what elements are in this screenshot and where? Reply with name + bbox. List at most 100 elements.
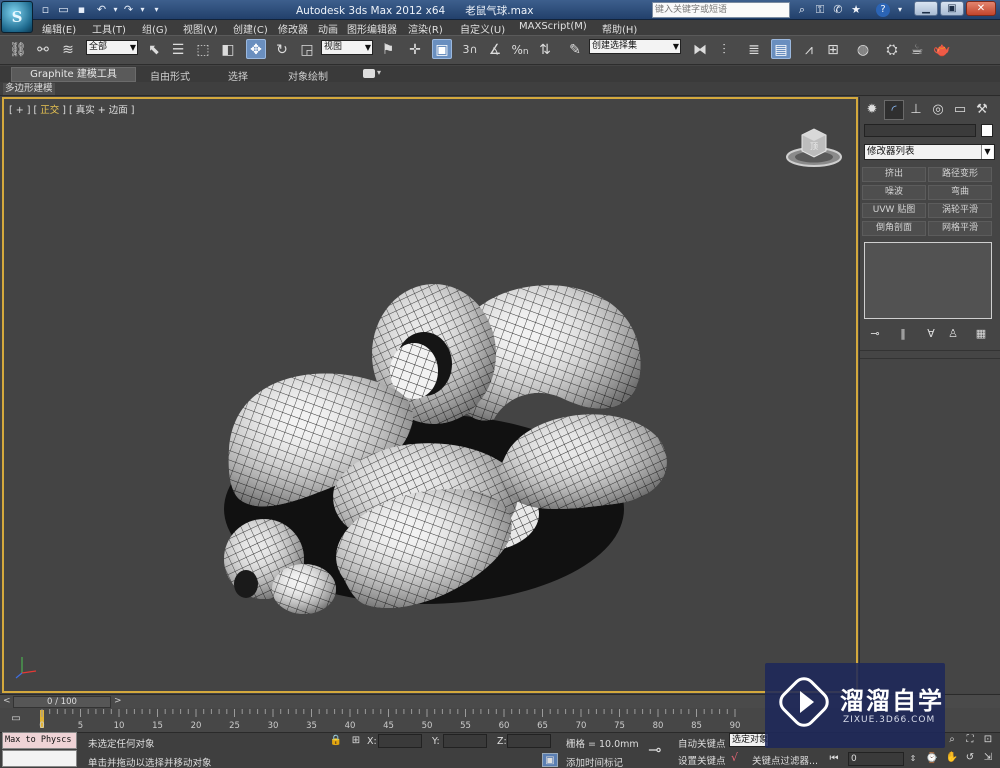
object-color-swatch[interactable] (981, 124, 993, 137)
modifier-extrude-button[interactable]: 挤出 (862, 167, 926, 182)
time-configuration-icon[interactable]: ⌚ (924, 752, 940, 766)
modifier-bend-button[interactable]: 弯曲 (928, 185, 992, 200)
ribbon-options-icon[interactable] (363, 69, 375, 78)
pan-hand-icon[interactable]: ✋ (944, 751, 960, 765)
select-rotate-icon[interactable]: ↻ (272, 40, 292, 60)
viewport-menu-plus[interactable]: + (16, 105, 24, 116)
graphite-toggle-icon[interactable]: ▤ (771, 39, 791, 59)
selected-set-dropdown[interactable]: 选定对象 (729, 733, 769, 747)
communication-center-icon[interactable]: ✆ (830, 2, 846, 18)
modifier-bevel-profile-button[interactable]: 倒角剖面 (862, 221, 926, 236)
select-manipulate-icon[interactable]: ✛ (405, 40, 425, 60)
frame-spinner-icon[interactable]: ⇕ (905, 752, 921, 766)
menu-graph-editors[interactable]: 图形编辑器 (347, 21, 397, 36)
bind-space-warp-icon[interactable]: ≋ (58, 40, 78, 60)
render-production-icon[interactable]: 🫖 (932, 40, 952, 60)
mini-curve-editor-icon[interactable]: ▭ (8, 712, 24, 726)
absolute-offset-icon[interactable]: ⊞ (348, 734, 364, 748)
auto-key-button[interactable]: 自动关键点 (678, 736, 726, 750)
polygon-modeling-label[interactable]: 多边形建模 (3, 83, 55, 95)
subscription-key-icon[interactable]: ⚿ (812, 2, 828, 18)
render-setup-icon[interactable]: ⛭ (882, 40, 902, 60)
select-move-icon[interactable]: ✥ (246, 39, 266, 59)
save-file-icon[interactable]: ▪ (74, 2, 89, 17)
selection-filter-dropdown[interactable]: 全部 ▼ (86, 40, 138, 55)
app-logo-button[interactable]: S (1, 1, 33, 33)
viewport-orthographic[interactable]: [ + ] [ 正交 ] [ 真实 + 边面 ] 顶 (2, 97, 858, 693)
align-icon[interactable]: ⫶ (714, 40, 734, 60)
modifier-uvw-map-button[interactable]: UVW 贴图 (862, 203, 926, 218)
menu-tools[interactable]: 工具(T) (92, 21, 126, 36)
material-editor-icon[interactable]: ◍ (853, 40, 873, 60)
ear-inner[interactable] (390, 343, 438, 399)
ribbon-tab-graphite[interactable]: Graphite 建模工具 (11, 67, 136, 82)
mouse-balloon-mesh[interactable] (204, 259, 704, 619)
display-tab-icon[interactable]: ▭ (950, 100, 970, 120)
modify-tab-icon[interactable]: ◜ (884, 100, 904, 120)
modifier-list-dropdown[interactable]: 修改器列表 ▼ (864, 144, 995, 160)
orbit-icon[interactable]: ↺ (962, 751, 978, 765)
pivot-center-icon[interactable]: ⚑ (378, 40, 398, 60)
motion-tab-icon[interactable]: ◎ (928, 100, 948, 120)
snaps-toggle-icon[interactable]: 3∩ (460, 40, 480, 60)
rectangle-selection-icon[interactable]: ⬚ (193, 40, 213, 60)
viewcube[interactable]: 顶 (784, 123, 844, 171)
reference-coordinate-dropdown[interactable]: 视图 ▼ (321, 40, 373, 55)
modifier-noise-button[interactable]: 噪波 (862, 185, 926, 200)
add-time-tag-button[interactable]: 添加时间标记 (566, 755, 623, 768)
curve-editor-icon[interactable]: ⩘ (799, 40, 819, 60)
binoculars-icon[interactable]: ⌕ (794, 2, 810, 18)
spinner-snap-icon[interactable]: ⇅ (535, 40, 555, 60)
ribbon-options-chevron-icon[interactable]: ▾ (377, 68, 381, 77)
mirror-icon[interactable]: ⧓ (690, 40, 710, 60)
zoom-extents-all-icon[interactable]: ⊡ (980, 733, 996, 747)
ribbon-tab-freeform[interactable]: 自由形式 (150, 68, 190, 83)
keyboard-shortcut-override-icon[interactable]: ▣ (432, 39, 452, 59)
set-key-icon[interactable]: ⊸ (648, 740, 661, 759)
configure-modifier-sets-icon[interactable]: ▦ (972, 325, 990, 343)
current-frame-field[interactable]: 0 (848, 752, 904, 766)
remove-modifier-icon[interactable]: ♙ (944, 325, 962, 343)
viewport-label[interactable]: [ + ] [ 正交 ] [ 真实 + 边面 ] (9, 102, 134, 116)
angle-snap-icon[interactable]: ∡ (485, 40, 505, 60)
window-crossing-icon[interactable]: ◧ (218, 40, 238, 60)
viewport-edged-faces[interactable]: + 边面 (98, 105, 128, 116)
undo-icon[interactable]: ↶ (94, 2, 109, 17)
percent-snap-icon[interactable]: %n (510, 40, 530, 60)
ribbon-tab-object-paint[interactable]: 对象绘制 (288, 68, 328, 83)
menu-customize[interactable]: 自定义(U) (460, 21, 505, 36)
maxscript-output-field[interactable] (2, 750, 77, 767)
viewport-point-of-view[interactable]: 正交 (40, 105, 59, 116)
select-scale-icon[interactable]: ◲ (297, 40, 317, 60)
ribbon-tab-selection[interactable]: 选择 (228, 68, 248, 83)
new-file-icon[interactable]: ▫ (38, 2, 53, 17)
edit-named-selection-icon[interactable]: ✎ (565, 40, 585, 60)
viewport-shading[interactable]: 真实 (76, 105, 95, 116)
hierarchy-tab-icon[interactable]: ⊥ (906, 100, 926, 120)
menu-animation[interactable]: 动画 (318, 21, 338, 36)
help-icon[interactable]: ? (876, 3, 890, 17)
time-slider-prev-icon[interactable]: < (3, 696, 11, 706)
favorites-star-icon[interactable]: ★ (848, 2, 864, 18)
restore-button[interactable]: ▣ (940, 1, 964, 16)
make-unique-icon[interactable]: ∀ (922, 325, 940, 343)
open-file-icon[interactable]: ▭ (56, 2, 71, 17)
menu-modifiers[interactable]: 修改器 (278, 21, 308, 36)
object-name-field[interactable] (864, 124, 976, 137)
key-filters-button[interactable]: 关键点过滤器... (752, 753, 818, 767)
menu-create[interactable]: 创建(C) (233, 21, 268, 36)
layer-manager-icon[interactable]: ≣ (744, 40, 764, 60)
link-icon[interactable]: ⛓ (8, 40, 28, 60)
menu-rendering[interactable]: 渲染(R) (408, 21, 443, 36)
menu-edit[interactable]: 编辑(E) (42, 21, 76, 36)
menu-maxscript[interactable]: MAXScript(M) (519, 21, 587, 32)
x-coordinate-field[interactable] (378, 734, 422, 748)
time-slider-next-icon[interactable]: > (114, 696, 122, 706)
utilities-tab-icon[interactable]: ⚒ (972, 100, 992, 120)
schematic-view-icon[interactable]: ⊞ (823, 40, 843, 60)
pin-stack-icon[interactable]: ⊸ (866, 325, 884, 343)
minimize-button[interactable]: ▁ (914, 1, 938, 16)
modifier-path-deform-button[interactable]: 路径变形 (928, 167, 992, 182)
menu-help[interactable]: 帮助(H) (602, 21, 637, 36)
key-tangent-icon[interactable]: √ (731, 751, 738, 764)
